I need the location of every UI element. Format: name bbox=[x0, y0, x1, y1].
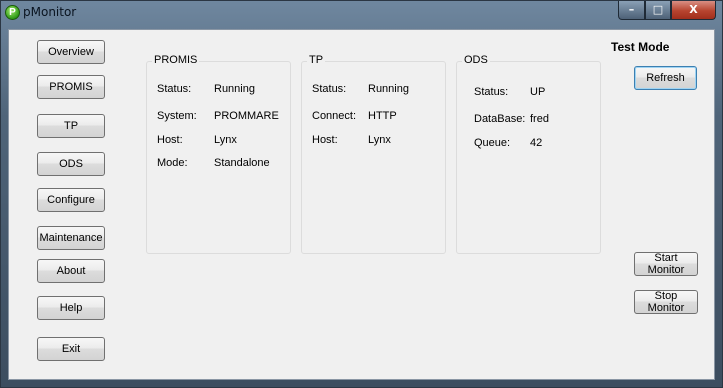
promis-mode-value: Standalone bbox=[214, 157, 270, 169]
ods-status-label: Status: bbox=[474, 86, 509, 98]
tp-status-label: Status: bbox=[312, 83, 347, 95]
promis-status-label: Status: bbox=[157, 83, 192, 95]
promis-button[interactable]: PROMIS bbox=[37, 75, 105, 99]
ods-group-title: ODS bbox=[462, 54, 490, 66]
promis-host-label: Host: bbox=[157, 134, 183, 146]
minimize-button[interactable]: – bbox=[618, 1, 645, 20]
ods-status-value: UP bbox=[530, 86, 546, 98]
tp-group: TP Status: Running Connect: HTTP Host: L… bbox=[301, 54, 446, 254]
promis-status-value: Running bbox=[214, 83, 255, 95]
tp-connect-label: Connect: bbox=[312, 110, 357, 122]
start-monitor-button[interactable]: Start Monitor bbox=[634, 252, 698, 276]
promis-system-value: PROMMARE bbox=[214, 110, 279, 122]
ods-queue-label: Queue: bbox=[474, 137, 511, 149]
promis-group-title: PROMIS bbox=[152, 54, 200, 66]
ods-group: ODS Status: UP DataBase: fred Queue: 42 bbox=[456, 54, 601, 254]
stop-monitor-button[interactable]: Stop Monitor bbox=[634, 290, 698, 314]
tp-button[interactable]: TP bbox=[37, 114, 105, 138]
tp-host-value: Lynx bbox=[368, 134, 391, 146]
promis-group: PROMIS Status: Running System: PROMMARE … bbox=[146, 54, 291, 254]
caption-buttons: – □ X bbox=[618, 1, 716, 21]
ods-button[interactable]: ODS bbox=[37, 152, 105, 176]
mode-indicator: Test Mode bbox=[611, 40, 670, 54]
client-area: Overview PROMIS TP ODS Configure Mainten… bbox=[8, 29, 715, 380]
tp-connect-value: HTTP bbox=[368, 110, 397, 122]
tp-group-title: TP bbox=[307, 54, 326, 66]
app-window: P pMonitor – □ X Overview PROMIS TP ODS … bbox=[0, 0, 723, 388]
tp-status-value: Running bbox=[368, 83, 409, 95]
help-button[interactable]: Help bbox=[37, 296, 105, 320]
promis-system-label: System: bbox=[157, 110, 197, 122]
exit-button[interactable]: Exit bbox=[37, 337, 105, 361]
tp-host-label: Host: bbox=[312, 134, 338, 146]
configure-button[interactable]: Configure bbox=[37, 188, 105, 212]
about-button[interactable]: About bbox=[37, 259, 105, 283]
ods-queue-value: 42 bbox=[530, 137, 543, 149]
ods-database-value: fred bbox=[530, 113, 549, 125]
app-logo-icon: P bbox=[5, 5, 20, 20]
overview-button[interactable]: Overview bbox=[37, 40, 105, 64]
maintenance-button[interactable]: Maintenance bbox=[37, 226, 105, 250]
ods-database-label: DataBase: bbox=[474, 113, 526, 125]
close-button[interactable]: X bbox=[671, 1, 716, 20]
promis-mode-label: Mode: bbox=[157, 157, 188, 169]
promis-host-value: Lynx bbox=[214, 134, 237, 146]
title-bar[interactable]: P pMonitor – □ X bbox=[1, 1, 722, 25]
maximize-button[interactable]: □ bbox=[645, 1, 671, 20]
window-title: pMonitor bbox=[23, 5, 77, 19]
refresh-button[interactable]: Refresh bbox=[634, 66, 697, 90]
